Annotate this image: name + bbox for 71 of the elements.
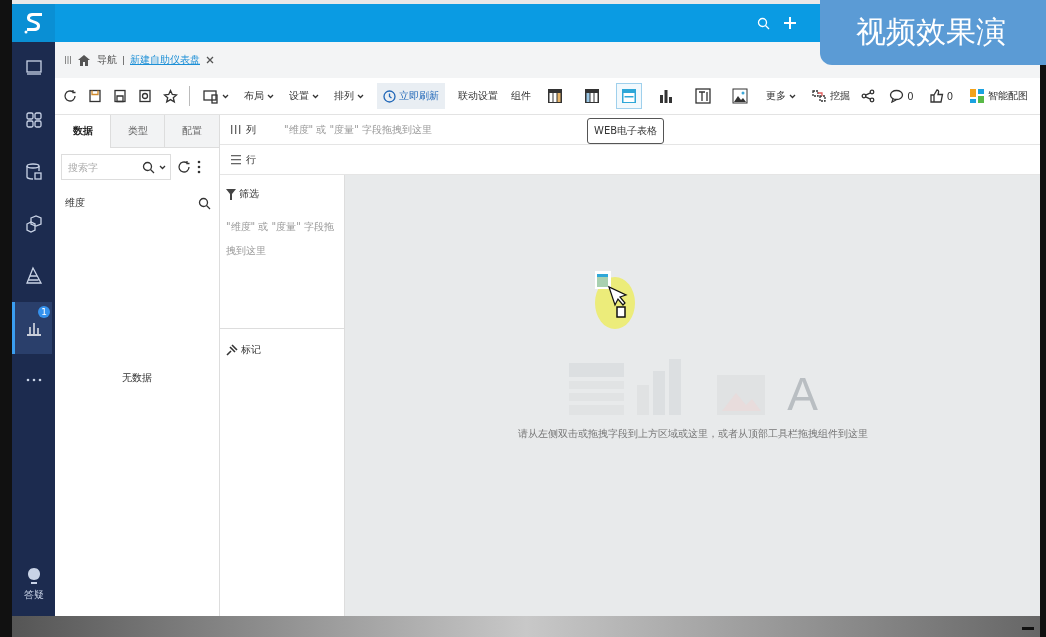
app-logo [22,10,45,36]
toolbar-dropdown[interactable]: 布局 [242,86,276,106]
shelf-label: 行 [230,152,256,167]
caret-icon [267,93,274,99]
clock-icon [383,89,396,103]
toolbar-dropdown[interactable]: 排列 [332,86,366,106]
caret-icon [159,164,166,170]
refresh-icon[interactable] [177,160,191,174]
drop-hint: "维度" 或 "度量" 字段拖拽到这里 [284,122,432,137]
filter-icon [226,188,236,200]
notification-badge: 1 [38,306,50,318]
search-icon [142,160,155,174]
shelf-label: 筛选 [226,187,338,201]
text-box-icon[interactable] [695,88,711,104]
help-icon [26,567,41,585]
close-icon[interactable] [206,56,214,64]
like-button[interactable]: 0 [927,86,955,106]
cubes-icon [23,214,44,234]
empty-message: 请从左侧双击或拖拽字段到上方区域或这里，或者从顶部工具栏拖拽组件到这里 [517,427,868,441]
home-icon [77,53,91,67]
shelf-label: 列 [230,122,256,137]
more-icon[interactable] [197,160,201,174]
toolbar-button[interactable]: 联动设置 [456,86,500,106]
panel-tab[interactable]: 配置 [164,115,219,148]
shelf-label: 标记 [226,343,338,357]
drop-hint: "维度" 或 "度量" 字段拖拽到这里 [226,220,335,258]
star-icon[interactable] [163,88,178,104]
search-field[interactable]: 搜索字 [61,154,171,180]
comment-button[interactable]: 0 [887,86,916,106]
drill-icon [811,88,827,104]
drag-handle-icon[interactable] [65,55,71,65]
toolbar-dropdown[interactable]: 设置 [287,86,321,106]
table-icon[interactable] [584,88,600,104]
pyramid-icon [23,266,44,286]
image-icon[interactable] [732,88,748,104]
preview-icon[interactable] [138,89,152,103]
tiles-icon [969,88,985,104]
screen-icon [203,88,219,104]
toolbar-label: 组件 [511,89,531,103]
search-icon[interactable] [198,196,211,210]
table-icon[interactable] [547,88,563,104]
add-icon[interactable] [784,17,796,29]
columns-icon [230,124,242,135]
save-icon[interactable] [88,89,102,103]
refresh-now-button[interactable]: 立即刷新 [377,83,445,109]
pin-icon [226,344,238,356]
empty-message: 无数据 [122,371,152,385]
rows-icon [230,154,242,165]
caret-icon [357,93,364,99]
save-as-icon[interactable] [113,89,127,103]
monitor-icon [23,58,44,78]
toolbar-dropdown[interactable]: 更多 [764,86,798,106]
panel-tab[interactable]: 类型 [109,115,165,148]
section-title: 维度 [65,196,85,210]
caret-icon [312,93,319,99]
grid-icon [23,110,44,130]
nav-link[interactable]: 导航 [97,53,117,67]
caret-icon [222,93,229,99]
share-icon[interactable] [861,89,876,103]
caret-icon [789,93,796,99]
help-button[interactable]: 答疑 [12,567,55,616]
drill-button[interactable]: 挖掘 [809,85,852,107]
smart-chart-button[interactable]: 智能配图 [967,85,1030,107]
database-icon [23,162,44,182]
more-icon [25,377,42,383]
thumbs-up-icon [929,89,944,103]
tooltip: WEB电子表格 [587,118,665,144]
refresh-icon[interactable] [63,89,77,103]
overlay-label: 视频效果演 [820,0,1046,65]
comment-icon [889,89,905,103]
bar-chart-icon[interactable] [658,88,674,104]
